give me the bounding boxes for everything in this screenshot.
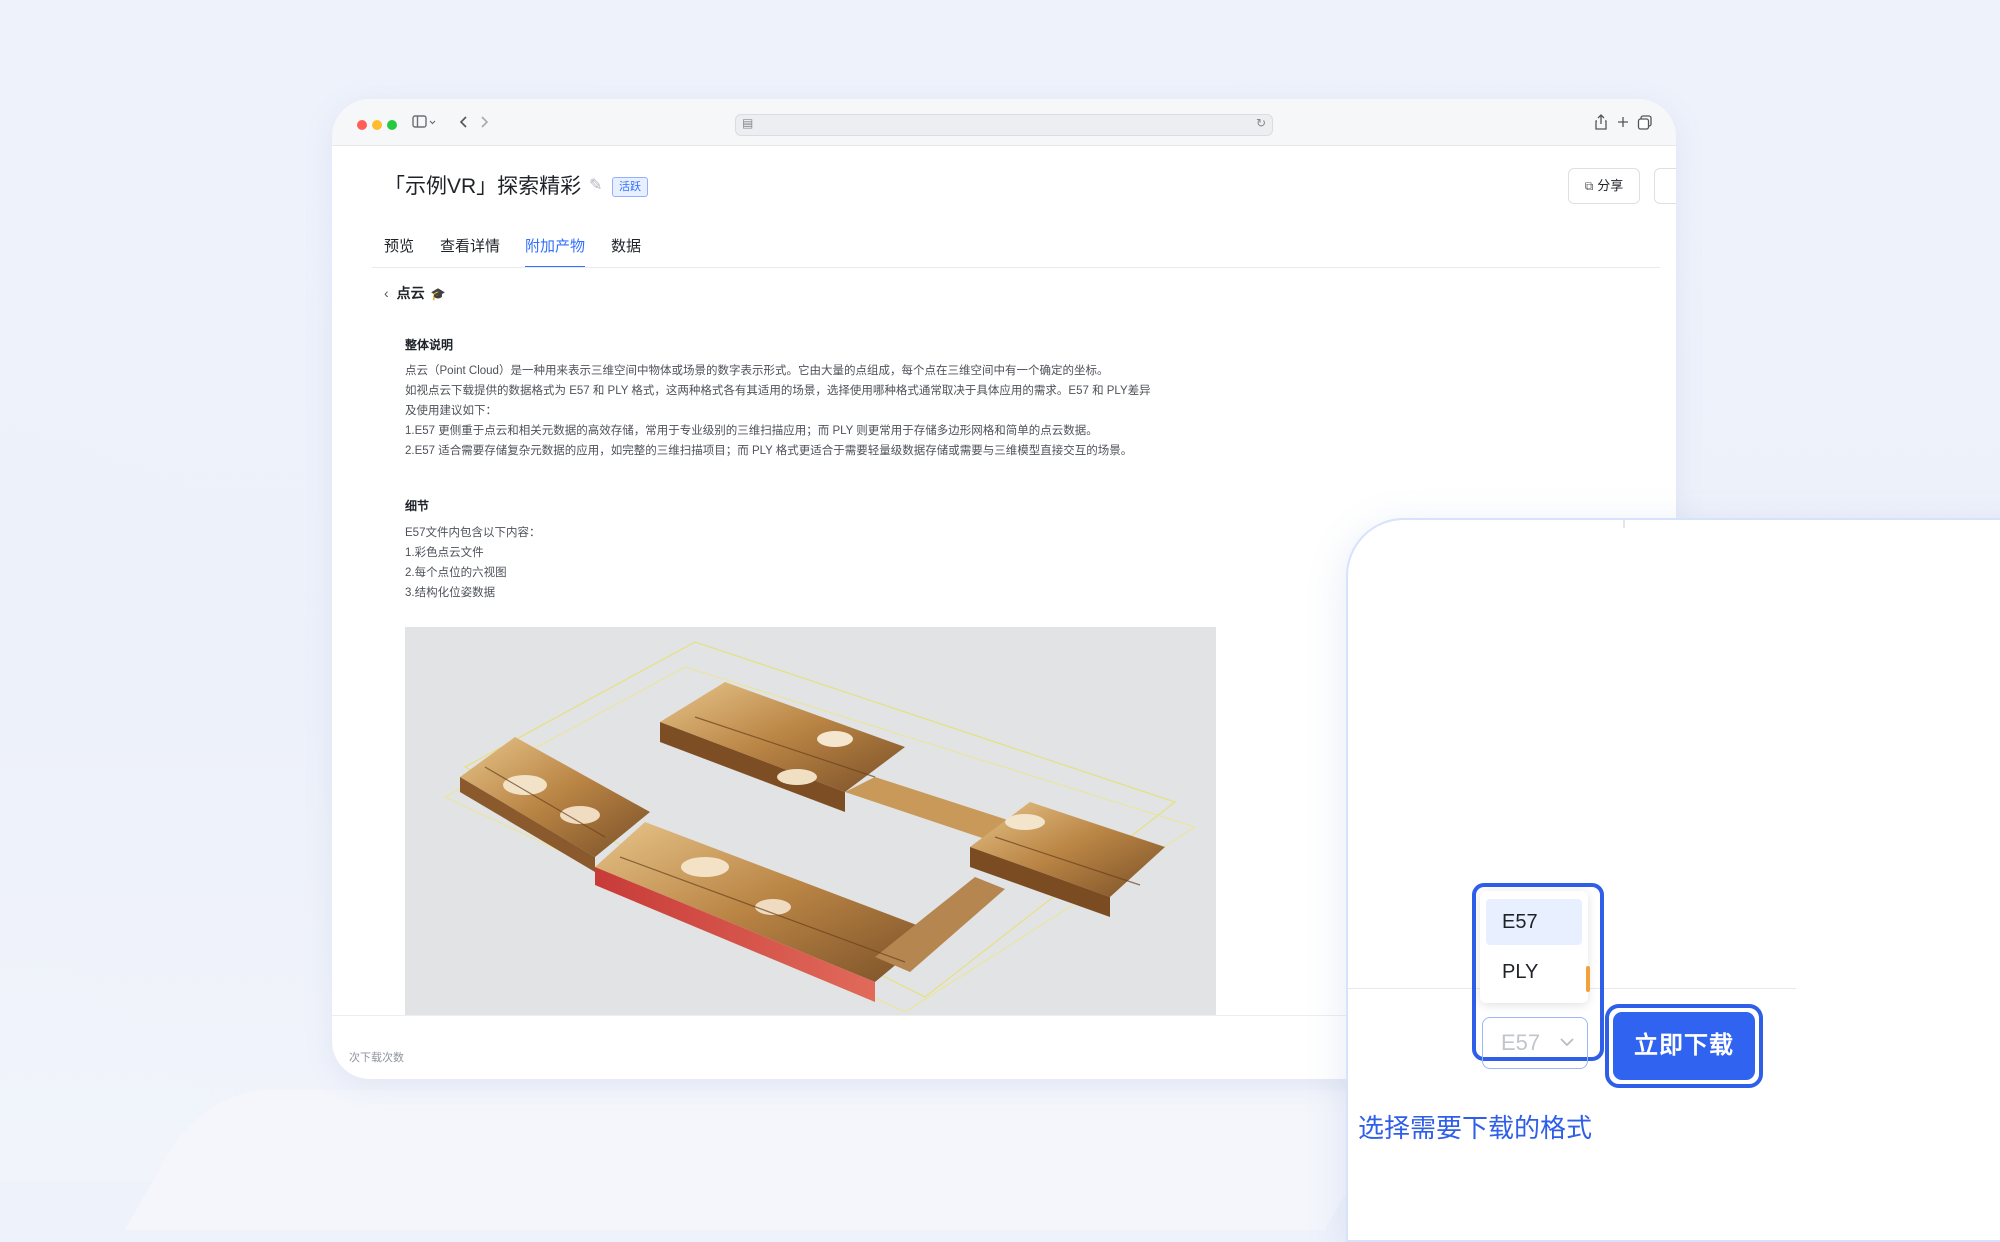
overview-line: 点云（Point Cloud）是一种用来表示三维空间中物体或场景的数字表示形式。… — [405, 365, 1109, 377]
tab-details[interactable]: 查看详情 — [440, 235, 500, 256]
reload-icon[interactable]: ↻ — [1256, 116, 1266, 130]
minimize-window-button[interactable] — [372, 120, 382, 130]
point-cloud-preview-image — [405, 627, 1216, 1015]
format-option-e57[interactable]: E57 — [1486, 899, 1582, 945]
forward-icon[interactable] — [478, 113, 490, 136]
tab-divider — [372, 267, 1660, 268]
download-zoom-panel: E57 PLY E57 立即下载 选择需要下载的格式 — [1346, 518, 2000, 1242]
format-option-ply[interactable]: PLY — [1486, 949, 1582, 995]
tab-additional-products[interactable]: 附加产物 — [525, 235, 586, 268]
dropdown-scrollbar[interactable] — [1586, 966, 1590, 992]
download-now-button[interactable]: 立即下载 — [1613, 1012, 1755, 1080]
format-dropdown-menu: E57 PLY — [1480, 891, 1588, 1003]
maximize-window-button[interactable] — [387, 120, 397, 130]
background-shape — [124, 1090, 1406, 1230]
section-header: ‹ 点云 🎓 — [384, 283, 446, 303]
new-tab-icon[interactable] — [1616, 113, 1630, 136]
share-label: 分享 — [1597, 178, 1624, 193]
detail-line: E57文件内包含以下内容： — [405, 527, 541, 539]
address-bar[interactable]: ▤ ↻ — [735, 114, 1273, 136]
back-icon[interactable] — [458, 113, 470, 136]
instruction-caption: 选择需要下载的格式 — [1358, 1113, 1593, 1143]
share-page-icon[interactable] — [1594, 113, 1608, 136]
detail-heading: 细节 — [405, 499, 430, 513]
sidebar-toggle-icon[interactable] — [412, 113, 438, 136]
tab-overview-icon[interactable] — [1637, 113, 1653, 136]
tab-preview[interactable]: 预览 — [384, 235, 414, 256]
tab-data[interactable]: 数据 — [611, 235, 641, 256]
format-select-value: E57 — [1501, 1030, 1541, 1055]
overview-heading: 整体说明 — [405, 338, 454, 352]
panel-tick — [1623, 520, 1625, 528]
more-button[interactable] — [1654, 168, 1676, 204]
share-icon: ⧉ — [1584, 179, 1594, 193]
overview-line: 1.E57 更侧重于点云和相关元数据的高效存储，常用于专业级别的三维扫描应用；而… — [405, 425, 1098, 437]
section-title: 点云 — [396, 285, 425, 301]
detail-line: 2.每个点位的六视图 — [405, 567, 507, 579]
overview-line: 如视点云下载提供的数据格式为 E57 和 PLY 格式，这两种格式各有其适用的场… — [405, 385, 1151, 397]
share-button[interactable]: ⧉ 分享 — [1568, 168, 1640, 204]
page-title: 「示例VR」探索精彩 — [384, 175, 582, 198]
overview-line: 2.E57 适合需要存储复杂元数据的应用，如完整的三维扫描项目；而 PLY 格式… — [405, 445, 1133, 457]
detail-line: 1.彩色点云文件 — [405, 547, 484, 559]
chevron-down-icon — [1559, 1018, 1575, 1089]
back-chevron-icon[interactable]: ‹ — [384, 285, 389, 301]
close-window-button[interactable] — [357, 120, 367, 130]
graduation-cap-icon[interactable]: 🎓 — [431, 287, 446, 301]
format-select[interactable]: E57 — [1482, 1017, 1588, 1069]
detail-line: 3.结构化位姿数据 — [405, 587, 496, 599]
overview-line: 及使用建议如下： — [405, 405, 497, 417]
download-count-label: 次下载次数 — [349, 1052, 404, 1064]
edit-title-icon[interactable]: ✎ — [589, 175, 602, 195]
browser-titlebar: ▤ ↻ — [332, 99, 1676, 146]
page-info-icon: ▤ — [742, 116, 754, 130]
status-badge: 活跃 — [612, 177, 648, 197]
